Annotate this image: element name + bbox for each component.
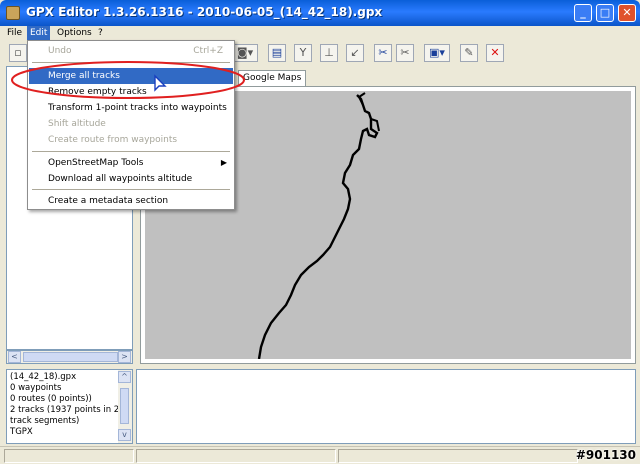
info-routes: 0 routes (0 points)) — [10, 394, 92, 404]
status-bar: #901130 — [0, 446, 640, 464]
menu-item-undo[interactable]: Undo Ctrl+Z — [29, 43, 233, 59]
tab-google-maps[interactable]: Google Maps — [238, 70, 307, 86]
info-waypoints: 0 waypoints — [10, 383, 62, 393]
menu-item-create-metadata[interactable]: Create a metadata section — [29, 193, 233, 209]
edit-menu-dropdown: Undo Ctrl+Z Merge all tracks Remove empt… — [27, 40, 235, 210]
undo-label: Undo — [48, 46, 72, 56]
document-icon[interactable]: ▤ — [268, 44, 286, 62]
scroll-up-button[interactable]: ^ — [118, 371, 131, 383]
menu-item-remove-empty-tracks[interactable]: Remove empty tracks — [29, 84, 233, 100]
save-dropdown-icon[interactable]: ▣▾ — [424, 44, 450, 62]
status-cell-3 — [338, 449, 578, 463]
pen-icon[interactable]: ✎ — [460, 44, 478, 62]
undo-shortcut: Ctrl+Z — [193, 46, 223, 56]
app-icon — [6, 6, 20, 20]
details-panel — [136, 369, 636, 444]
split-icon[interactable]: ⊥ — [320, 44, 338, 62]
new-file-icon[interactable]: ▫ — [9, 44, 27, 62]
menu-item-merge-all-tracks[interactable]: Merge all tracks — [29, 68, 233, 84]
menu-help[interactable]: ? — [95, 26, 106, 40]
info-creator: TGPX — [10, 427, 33, 437]
title-bar: GPX Editor 1.3.26.1316 - 2010-06-05_(14_… — [0, 0, 640, 26]
status-cell-1 — [4, 449, 134, 463]
menu-item-download-altitude[interactable]: Download all waypoints altitude — [29, 171, 233, 187]
menu-bar: File Edit Options ? — [0, 26, 640, 40]
menu-item-create-route[interactable]: Create route from waypoints — [29, 132, 233, 148]
join-icon[interactable]: ↙ — [346, 44, 364, 62]
tree-horizontal-scrollbar[interactable]: < > — [6, 350, 133, 364]
close-button[interactable]: ✕ — [618, 4, 636, 22]
menu-separator — [32, 189, 230, 190]
scroll-left-button[interactable]: < — [8, 351, 21, 363]
info-scroll-thumb[interactable] — [120, 388, 129, 424]
cut-segment-icon[interactable]: ✂ — [396, 44, 414, 62]
scroll-right-button[interactable]: > — [118, 351, 131, 363]
info-tracks: 2 tracks (1937 points in 2 — [10, 405, 120, 415]
submenu-arrow-icon: ▶ — [220, 158, 227, 167]
scroll-thumb[interactable] — [23, 352, 118, 362]
menu-options[interactable]: Options — [54, 26, 95, 40]
filter-icon[interactable]: Y — [294, 44, 312, 62]
menu-edit[interactable]: Edit — [27, 26, 51, 40]
menu-item-shift-altitude[interactable]: Shift altitude — [29, 116, 233, 132]
menu-separator — [32, 62, 230, 63]
osm-tools-label: OpenStreetMap Tools — [48, 158, 144, 168]
menu-file[interactable]: File — [4, 26, 25, 40]
minimize-button[interactable]: _ — [574, 4, 592, 22]
menu-item-transform-tracks[interactable]: Transform 1-point tracks into waypoints — [29, 100, 233, 116]
cut-icon[interactable]: ✂ — [374, 44, 392, 62]
delete-icon[interactable]: ✕ — [486, 44, 504, 62]
info-vertical-scrollbar[interactable]: ^ v — [118, 370, 132, 443]
menu-separator — [32, 151, 230, 152]
watermark-text: #901130 — [575, 448, 636, 462]
file-info-panel: (14_42_18).gpx 0 waypoints 0 routes (0 p… — [6, 369, 133, 444]
info-filename: (14_42_18).gpx — [10, 372, 77, 382]
status-cell-2 — [136, 449, 336, 463]
scroll-down-button[interactable]: v — [118, 429, 131, 441]
camera-dropdown-icon[interactable]: ◙▾ — [232, 44, 258, 62]
gps-track-line — [257, 94, 379, 360]
maximize-button[interactable]: □ — [596, 4, 614, 22]
menu-item-osm-tools[interactable]: OpenStreetMap Tools ▶ — [29, 155, 233, 171]
window-title: GPX Editor 1.3.26.1316 - 2010-06-05_(14_… — [26, 5, 383, 19]
info-segments: track segments) — [10, 416, 80, 426]
